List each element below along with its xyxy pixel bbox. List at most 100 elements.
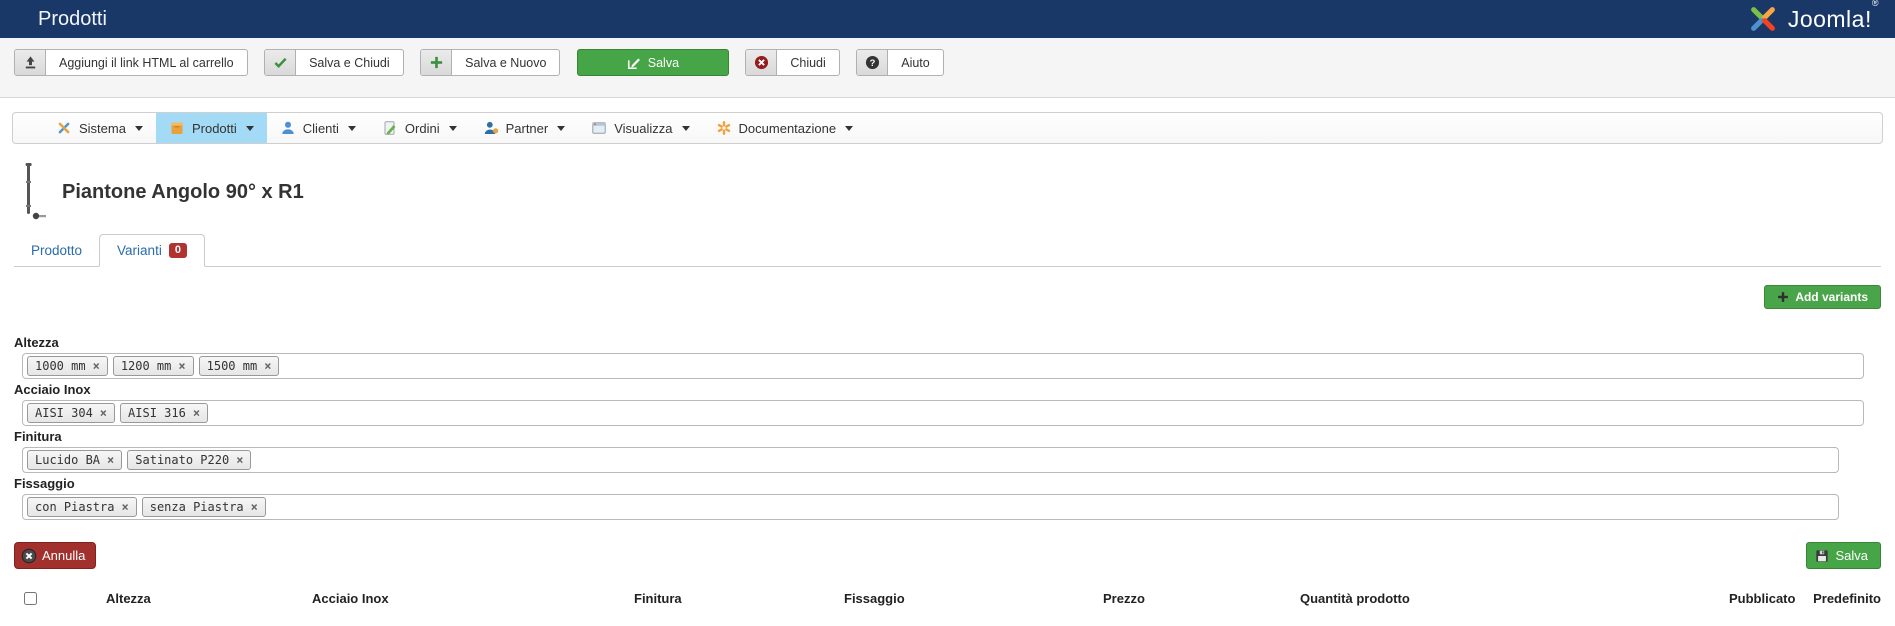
tag-label: AISI 316 (128, 406, 186, 420)
menu-item-label: Ordini (404, 120, 440, 136)
tag[interactable]: AISI 304 (27, 403, 116, 423)
tag-label: 1000 mm (35, 359, 86, 373)
button-label: Annulla (42, 548, 86, 563)
package-icon (169, 120, 185, 136)
tag-label: Satinato P220 (135, 453, 230, 467)
monitor-icon (591, 120, 607, 136)
floppy-save-icon (1815, 549, 1829, 563)
menu-item-prodotti[interactable]: Prodotti (155, 113, 267, 143)
menu-item-ordini[interactable]: Ordini (369, 113, 470, 143)
tab-prodotto[interactable]: Prodotto (14, 235, 99, 266)
product-header: Piantone Angolo 90° x R1 (14, 160, 1881, 224)
edit-icon (627, 50, 648, 75)
remove-tag-icon[interactable] (236, 453, 243, 467)
chevron-down-icon (347, 125, 356, 131)
product-title: Piantone Angolo 90° x R1 (62, 180, 304, 203)
menu-item-label: Partner (505, 120, 549, 136)
save-close-button[interactable]: Salva e Chiudi (264, 49, 404, 76)
acciaio-inox-tags-input[interactable]: AISI 304 AISI 316 (22, 400, 1864, 426)
close-button[interactable]: Chiudi (745, 49, 840, 76)
chevron-down-icon (681, 125, 690, 131)
remove-tag-icon[interactable] (107, 453, 114, 467)
tag[interactable]: AISI 316 (120, 403, 209, 423)
column-header-acciaio-inox: Acciaio Inox (312, 591, 389, 606)
joomla-logo-icon (1746, 2, 1780, 36)
fissaggio-tags-input[interactable]: con Piastra senza Piastra (22, 494, 1839, 520)
column-header-altezza: Altezza (106, 591, 151, 606)
add-variants-row: Add variants (14, 285, 1881, 309)
menu-item-sistema[interactable]: Sistema (43, 113, 156, 143)
tag[interactable]: Satinato P220 (127, 450, 252, 470)
user-icon (280, 120, 296, 136)
menu-item-label: Clienti (302, 120, 339, 136)
product-thumbnail (14, 161, 48, 223)
button-label: Add variants (1795, 290, 1868, 304)
save-button[interactable]: Salva (576, 49, 729, 76)
tag-label: 1200 mm (120, 359, 172, 373)
chevron-down-icon (845, 125, 854, 131)
column-header-quantita: Quantità prodotto (1300, 591, 1410, 606)
column-header-finitura: Finitura (634, 591, 682, 606)
remove-tag-icon[interactable] (93, 359, 100, 373)
variant-attribute-fields: Altezza 1000 mm 1200 mm 1500 mm Acciaio … (14, 335, 1881, 520)
button-label: Salva (1835, 548, 1868, 563)
cancel-button[interactable]: Annulla (14, 542, 97, 569)
tab-bar: Prodotto Varianti 0 (14, 234, 1881, 267)
menu-item-partner[interactable]: Partner (470, 113, 579, 143)
altezza-tags-input[interactable]: 1000 mm 1200 mm 1500 mm (22, 353, 1864, 379)
tag[interactable]: Lucido BA (27, 450, 123, 470)
save-new-button[interactable]: Salva e Nuovo (420, 49, 561, 76)
main-menubar: Sistema Prodotti Clienti Ordini Partner (12, 112, 1883, 144)
tag-label: con Piastra (35, 500, 115, 514)
cancel-icon (746, 50, 778, 75)
plus-icon (1777, 291, 1789, 303)
order-icon (382, 120, 398, 136)
remove-tag-icon[interactable] (121, 500, 128, 514)
help-button[interactable]: ? Aiuto (856, 49, 944, 76)
remove-tag-icon[interactable] (178, 359, 185, 373)
menu-item-visualizza[interactable]: Visualizza (578, 113, 702, 143)
remove-tag-icon[interactable] (251, 500, 258, 514)
button-label: Aggiungi il link HTML al carrello (59, 55, 234, 70)
select-all-checkbox[interactable] (24, 592, 37, 605)
remove-tag-icon[interactable] (193, 406, 200, 420)
button-label: Chiudi (790, 55, 826, 70)
upload-icon (15, 50, 46, 75)
variants-table: Altezza Acciaio Inox Finitura Fissaggio … (14, 583, 1881, 614)
partner-icon (483, 120, 499, 136)
remove-tag-icon[interactable] (100, 406, 107, 420)
tab-label: Prodotto (31, 243, 83, 258)
tag[interactable]: 1000 mm (27, 356, 108, 376)
chevron-down-icon (557, 125, 566, 131)
form-actions-row: Annulla Salva (14, 542, 1881, 569)
tools-icon (56, 120, 72, 136)
joomla-logo-text: Joomla!® (1787, 0, 1879, 32)
remove-tag-icon[interactable] (264, 359, 271, 373)
toolbar: Aggiungi il link HTML al carrello Salva … (0, 38, 1895, 98)
table-header-row: Altezza Acciaio Inox Finitura Fissaggio … (14, 583, 1881, 614)
menu-item-documentazione[interactable]: Documentazione (703, 113, 867, 143)
tag-label: AISI 304 (35, 406, 93, 420)
column-header-pubblicato: Pubblicato (1729, 591, 1796, 606)
add-html-cart-button[interactable]: Aggiungi il link HTML al carrello (14, 49, 248, 76)
tag[interactable]: senza Piastra (141, 497, 266, 517)
tag[interactable]: con Piastra (27, 497, 137, 517)
finitura-tags-input[interactable]: Lucido BA Satinato P220 (22, 447, 1839, 473)
chevron-down-icon (245, 125, 254, 131)
svg-text:?: ? (869, 58, 875, 68)
tag-label: 1500 mm (206, 359, 258, 373)
save-variants-button[interactable]: Salva (1806, 542, 1881, 569)
menu-item-label: Prodotti (191, 120, 237, 136)
help-icon: ? (857, 50, 889, 75)
tab-label: Varianti (117, 243, 162, 258)
plus-icon (421, 50, 453, 75)
chevron-down-icon (134, 125, 143, 131)
tag[interactable]: 1200 mm (112, 356, 194, 376)
menu-item-clienti[interactable]: Clienti (267, 113, 369, 143)
menu-item-label: Sistema (79, 120, 126, 136)
tab-varianti[interactable]: Varianti 0 (99, 234, 205, 267)
column-header-predefinito: Predefinito (1813, 591, 1881, 606)
add-variants-button[interactable]: Add variants (1764, 285, 1881, 309)
tag-label: Lucido BA (35, 453, 101, 467)
tag[interactable]: 1500 mm (198, 356, 280, 376)
